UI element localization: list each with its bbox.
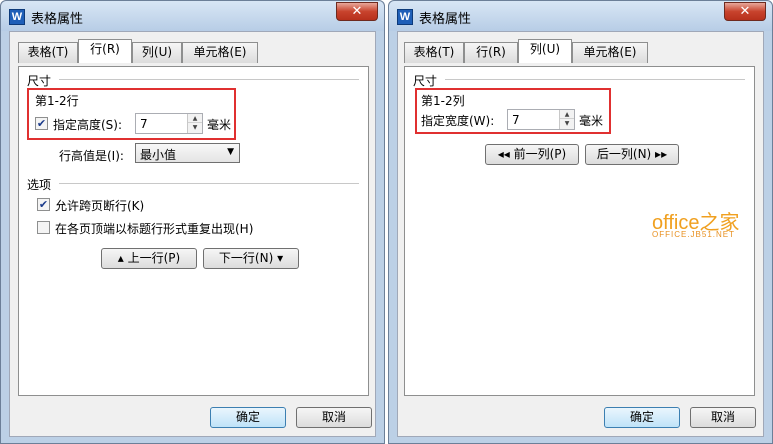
up-arrow-icon: ▴ [117, 251, 128, 265]
wps-app-icon: W [397, 9, 413, 25]
prev-row-label: 上一行(P) [127, 251, 181, 265]
repeat-header-label: 在各页顶端以标题行形式重复出现(H) [55, 222, 254, 236]
tab-column[interactable]: 列(U) [518, 39, 572, 63]
cancel-button[interactable]: 取消 [690, 407, 756, 428]
specify-height-label: 指定高度(S): [53, 118, 123, 132]
cols-range-label: 第1-2列 [421, 94, 465, 108]
next-column-button[interactable]: 后一列(N) ▸▸ [585, 144, 679, 165]
row-height-type-select[interactable]: 最小值 ▼ [135, 143, 240, 163]
tab-cell[interactable]: 单元格(E) [182, 42, 258, 63]
row-height-type-value: 最小值 [140, 148, 177, 162]
down-arrow-icon: ▾ [273, 251, 284, 265]
dialog-body: 表格(T) 行(R) 列(U) 单元格(E) 尺寸 第1-2列 指定宽度(W):… [397, 31, 764, 437]
table-properties-dialog-rows: W 表格属性 ✕ 表格(T) 行(R) 列(U) 单元格(E) 尺寸 第1-2行… [0, 0, 385, 444]
spinner-arrows: ▲ ▼ [187, 114, 202, 133]
wps-app-icon: W [9, 9, 25, 25]
prev-row-button[interactable]: ▴ 上一行(P) [101, 248, 197, 269]
dialog-body: 表格(T) 行(R) 列(U) 单元格(E) 尺寸 第1-2行 ✔ 指定高度(S… [9, 31, 376, 437]
double-right-arrow-icon: ▸▸ [651, 147, 668, 161]
next-row-label: 下一行(N) [218, 251, 274, 265]
ok-button[interactable]: 确定 [604, 407, 680, 428]
allow-break-label: 允许跨页断行(K) [55, 199, 145, 213]
prev-column-button[interactable]: ◂◂ 前一列(P) [485, 144, 579, 165]
allow-break-checkbox[interactable]: ✔ [37, 198, 50, 211]
close-button[interactable]: ✕ [336, 2, 378, 21]
next-row-button[interactable]: 下一行(N) ▾ [203, 248, 299, 269]
column-width-value[interactable]: 7 [512, 113, 520, 127]
options-section-divider [59, 183, 359, 184]
ok-button[interactable]: 确定 [210, 407, 286, 428]
site-watermark: office之家 OFFICE.JB51.NET [652, 206, 772, 246]
spin-up-icon[interactable]: ▲ [560, 110, 574, 119]
double-left-arrow-icon: ◂◂ [497, 147, 514, 161]
tab-row[interactable]: 行(R) [464, 42, 518, 63]
tab-cell[interactable]: 单元格(E) [572, 42, 648, 63]
width-unit-label: 毫米 [579, 114, 604, 128]
next-column-label: 后一列(N) [596, 147, 652, 161]
prev-column-label: 前一列(P) [513, 147, 567, 161]
title-bar[interactable]: W 表格属性 ✕ [389, 1, 772, 31]
cancel-button[interactable]: 取消 [296, 407, 372, 428]
title-bar[interactable]: W 表格属性 ✕ [1, 1, 384, 31]
size-section-label: 尺寸 [27, 74, 52, 88]
size-section-divider [59, 79, 359, 80]
specify-width-label: 指定宽度(W): [421, 114, 495, 128]
spin-down-icon[interactable]: ▼ [188, 123, 202, 132]
spin-up-icon[interactable]: ▲ [188, 114, 202, 123]
repeat-header-checkbox[interactable] [37, 221, 50, 234]
row-tab-panel: 尺寸 第1-2行 ✔ 指定高度(S): 7 ▲ ▼ 毫米 行高值是(I): 最小… [18, 66, 369, 396]
dialog-title: 表格属性 [419, 12, 472, 27]
spin-down-icon[interactable]: ▼ [560, 119, 574, 128]
tab-table[interactable]: 表格(T) [404, 42, 464, 63]
tab-column[interactable]: 列(U) [132, 42, 182, 63]
close-button[interactable]: ✕ [724, 2, 766, 21]
table-properties-dialog-columns: W 表格属性 ✕ 表格(T) 行(R) 列(U) 单元格(E) 尺寸 第1-2列… [388, 0, 773, 444]
row-height-spinner[interactable]: 7 ▲ ▼ [135, 113, 203, 134]
options-section-label: 选项 [27, 178, 52, 192]
watermark-url-text: OFFICE.JB51.NET [652, 230, 736, 239]
height-unit-label: 毫米 [207, 118, 232, 132]
dialog-title: 表格属性 [31, 12, 84, 27]
size-section-label: 尺寸 [413, 74, 438, 88]
row-height-is-label: 行高值是(I): [59, 149, 124, 163]
chevron-down-icon: ▼ [227, 147, 234, 157]
tab-table[interactable]: 表格(T) [18, 42, 78, 63]
rows-range-label: 第1-2行 [35, 94, 79, 108]
column-width-spinner[interactable]: 7 ▲ ▼ [507, 109, 575, 130]
tab-row[interactable]: 行(R) [78, 39, 132, 63]
row-height-value[interactable]: 7 [140, 117, 148, 131]
size-section-divider [445, 79, 745, 80]
spinner-arrows: ▲ ▼ [559, 110, 574, 129]
specify-height-checkbox[interactable]: ✔ [35, 117, 48, 130]
